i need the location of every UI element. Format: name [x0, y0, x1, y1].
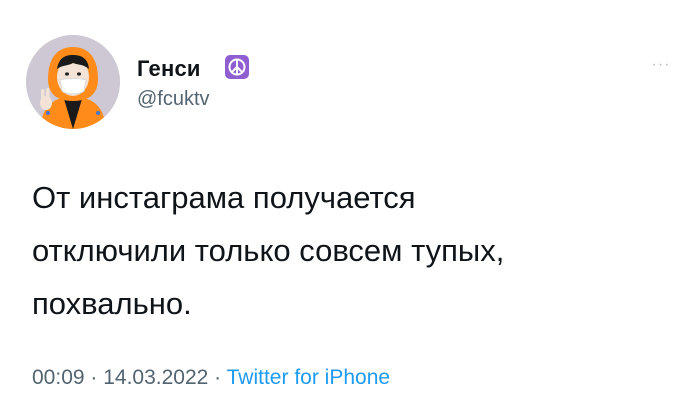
tweet-source-link[interactable]: Twitter for iPhone — [227, 366, 390, 389]
avatar-illustration — [26, 35, 120, 129]
tweet-time[interactable]: 00:09 — [32, 366, 85, 389]
display-name[interactable]: Генси — [137, 56, 201, 82]
meta-separator: · — [208, 366, 227, 389]
avatar[interactable] — [26, 35, 120, 129]
tweet-meta: 00:09 · 14.03.2022 · Twitter for iPhone — [32, 366, 390, 390]
more-options-button[interactable]: ··· — [645, 55, 677, 75]
tweet-date[interactable]: 14.03.2022 — [103, 366, 208, 389]
user-handle[interactable]: @fcuktv — [137, 88, 210, 111]
meta-separator: · — [84, 366, 104, 389]
peace-symbol-icon — [225, 55, 249, 79]
tweet-text: От инстаграма получается отключили тольк… — [32, 180, 505, 321]
tweet-card: Генси @fcuktv ··· От инстаграма получает… — [0, 0, 700, 410]
